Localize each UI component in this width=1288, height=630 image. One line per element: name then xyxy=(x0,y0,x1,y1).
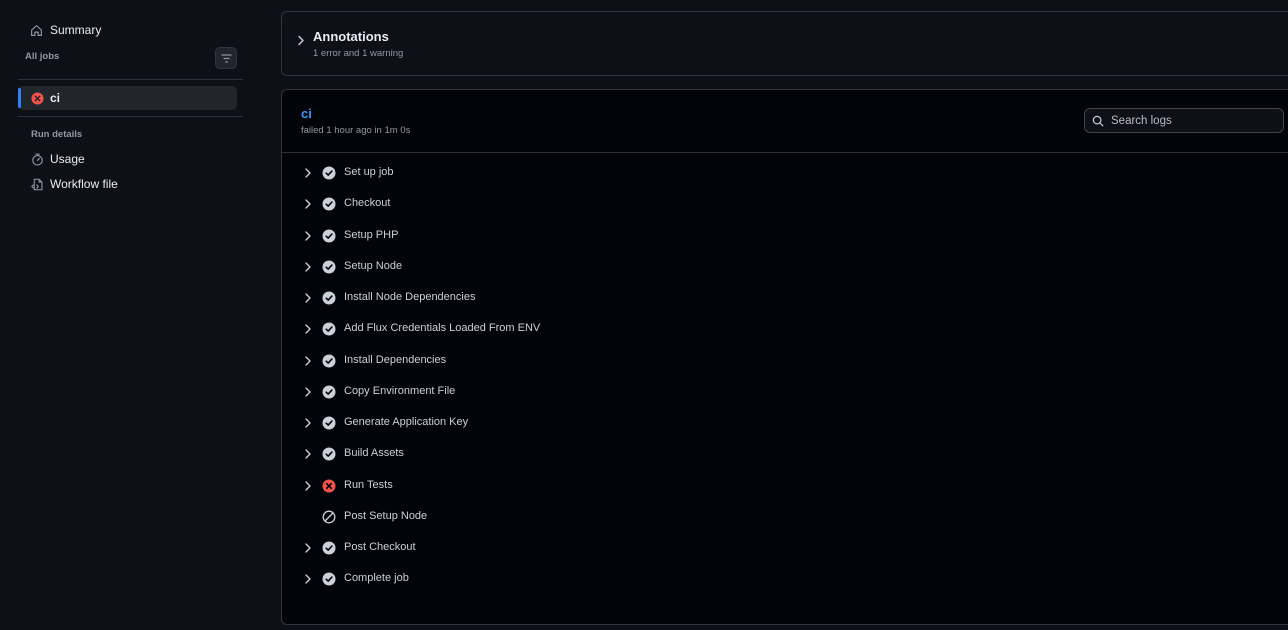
sidebar-divider xyxy=(18,79,243,80)
step-label: Copy Environment File xyxy=(344,384,456,397)
step-row[interactable]: Build Assets xyxy=(282,438,1288,469)
success-check-circle-icon xyxy=(322,447,336,461)
step-label: Post Checkout xyxy=(344,541,416,553)
step-row[interactable]: Generate Application Key xyxy=(282,407,1288,438)
chevron-right-icon xyxy=(305,418,311,428)
step-row[interactable]: Setup PHP xyxy=(282,220,1288,251)
success-check-circle-icon xyxy=(322,229,336,242)
step-label: Set up job xyxy=(344,166,394,178)
step-row[interactable]: Post Setup Node xyxy=(282,501,1288,532)
skipped-circle-slash-icon xyxy=(322,510,336,524)
workflow-file-icon xyxy=(31,178,43,190)
step-label: Checkout xyxy=(344,197,391,210)
annotations-title: Annotations xyxy=(313,29,389,44)
job-log-panel: ci failed 1 hour ago in 1m 0s Set up job… xyxy=(281,89,1288,625)
chevron-right-icon xyxy=(305,543,311,553)
step-label: Setup PHP xyxy=(344,228,399,241)
step-row[interactable]: Post Checkout xyxy=(282,532,1288,563)
success-check-circle-icon xyxy=(322,416,336,430)
success-check-circle-icon xyxy=(322,385,336,399)
step-row[interactable]: Add Flux Credentials Loaded From ENV xyxy=(282,313,1288,344)
failure-x-circle-icon xyxy=(322,479,336,492)
filter-jobs-button[interactable] xyxy=(215,47,237,69)
chevron-right-icon xyxy=(305,480,311,491)
step-row[interactable]: Complete job xyxy=(282,563,1288,594)
workflow-file-link[interactable]: Workflow file xyxy=(31,174,118,194)
home-icon xyxy=(31,24,42,36)
step-row[interactable]: Setup Node xyxy=(282,251,1288,282)
step-label: Add Flux Credentials Loaded From ENV xyxy=(344,322,541,335)
step-row[interactable]: Checkout xyxy=(282,188,1288,219)
usage-link[interactable]: Usage xyxy=(31,149,85,169)
chevron-right-icon xyxy=(305,324,311,334)
step-label: Build Assets xyxy=(344,447,404,460)
chevron-right-icon xyxy=(305,574,311,584)
selected-indicator xyxy=(18,88,21,108)
success-check-circle-icon xyxy=(322,260,336,274)
usage-label: Usage xyxy=(50,152,85,166)
step-label: Post Setup Node xyxy=(344,509,428,522)
job-steps-list: Set up job Checkout Setup PHP Setup Node Ins… xyxy=(282,157,1288,595)
chevron-right-icon xyxy=(305,230,311,241)
job-label: ci xyxy=(50,91,61,105)
failure-x-circle-icon xyxy=(31,91,44,105)
chevron-right-icon xyxy=(305,355,311,366)
success-check-circle-icon xyxy=(322,166,336,180)
job-status-meta: failed 1 hour ago in 1m 0s xyxy=(301,125,411,136)
step-row[interactable]: Set up job xyxy=(282,157,1288,188)
annotations-panel[interactable]: Annotations 1 error and 1 warning xyxy=(281,11,1288,76)
chevron-right-icon xyxy=(305,199,311,209)
success-check-circle-icon xyxy=(322,354,336,367)
chevron-right-icon xyxy=(305,449,311,459)
sidebar-job-ci[interactable]: ci xyxy=(18,86,237,110)
chevron-right-icon xyxy=(298,35,304,46)
success-check-circle-icon xyxy=(322,541,336,555)
step-label: Install Dependencies xyxy=(344,353,447,366)
annotations-summary: 1 error and 1 warning xyxy=(313,48,404,59)
step-row[interactable]: Install Node Dependencies xyxy=(282,282,1288,313)
success-check-circle-icon xyxy=(322,572,336,586)
step-label: Setup Node xyxy=(344,259,403,272)
sidebar-divider xyxy=(18,116,243,117)
step-row[interactable]: Copy Environment File xyxy=(282,376,1288,407)
summary-label: Summary xyxy=(50,23,102,37)
chevron-right-icon xyxy=(305,293,311,303)
step-label: Run Tests xyxy=(344,478,393,491)
step-label: Install Node Dependencies xyxy=(344,291,476,303)
success-check-circle-icon xyxy=(322,197,336,211)
job-header: ci failed 1 hour ago in 1m 0s xyxy=(282,90,1288,153)
search-logs-box[interactable] xyxy=(1084,108,1284,133)
summary-link[interactable]: Summary xyxy=(30,20,101,40)
all-jobs-heading: All jobs xyxy=(25,51,60,62)
chevron-right-icon xyxy=(305,387,311,397)
chevron-right-icon xyxy=(305,168,311,178)
success-check-circle-icon xyxy=(322,322,336,336)
step-label: Complete job xyxy=(344,572,409,585)
stopwatch-icon xyxy=(32,153,43,166)
workflow-run-page: Summary All jobs ci Run details Usage Wo… xyxy=(0,0,1288,630)
search-icon xyxy=(1092,115,1104,126)
success-check-circle-icon xyxy=(322,291,336,305)
search-logs-input[interactable] xyxy=(1111,114,1271,127)
job-title[interactable]: ci xyxy=(301,106,312,121)
chevron-right-icon xyxy=(305,262,311,272)
sidebar: Summary All jobs ci Run details Usage Wo… xyxy=(0,0,258,630)
step-label: Generate Application Key xyxy=(344,416,469,428)
step-row[interactable]: Run Tests xyxy=(282,470,1288,501)
run-details-heading: Run details xyxy=(31,129,83,140)
filter-icon xyxy=(221,53,231,63)
step-row[interactable]: Install Dependencies xyxy=(282,345,1288,376)
workflow-file-label: Workflow file xyxy=(50,177,118,191)
